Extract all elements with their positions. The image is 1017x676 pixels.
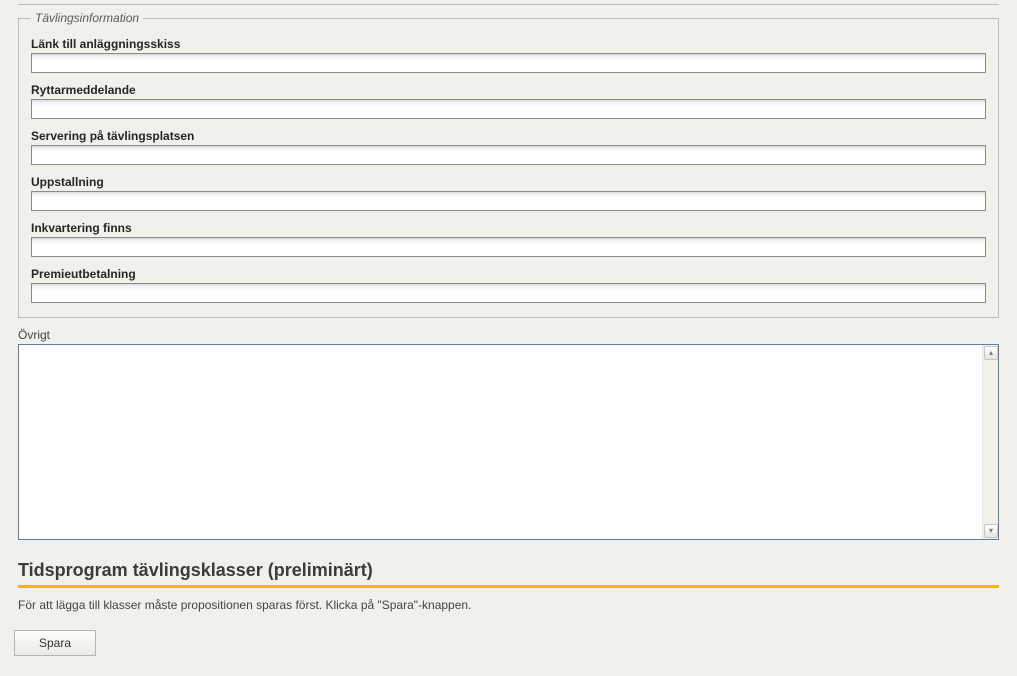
other-section: Övrigt ▴ ▾ bbox=[18, 328, 999, 540]
schedule-divider bbox=[18, 585, 999, 588]
scroll-down-button[interactable]: ▾ bbox=[984, 524, 998, 538]
input-rider-msg[interactable] bbox=[31, 99, 986, 119]
page: Tävlingsinformation Länk till anläggning… bbox=[10, 4, 1007, 676]
label-lodging: Inkvartering finns bbox=[31, 221, 986, 235]
input-link[interactable] bbox=[31, 53, 986, 73]
input-payout[interactable] bbox=[31, 283, 986, 303]
field-group-lodging: Inkvartering finns bbox=[31, 221, 986, 257]
schedule-note: För att lägga till klasser måste proposi… bbox=[18, 598, 999, 612]
chevron-up-icon: ▴ bbox=[989, 349, 993, 357]
input-other[interactable] bbox=[19, 345, 982, 539]
input-catering[interactable] bbox=[31, 145, 986, 165]
schedule-heading-wrap: Tidsprogram tävlingsklasser (preliminärt… bbox=[18, 560, 999, 581]
schedule-heading: Tidsprogram tävlingsklasser (preliminärt… bbox=[18, 560, 999, 581]
chevron-down-icon: ▾ bbox=[989, 527, 993, 535]
competition-info-fieldset: Tävlingsinformation Länk till anläggning… bbox=[18, 11, 999, 318]
other-box: ▴ ▾ bbox=[18, 344, 999, 540]
label-catering: Servering på tävlingsplatsen bbox=[31, 129, 986, 143]
field-group-link: Länk till anläggningsskiss bbox=[31, 37, 986, 73]
label-link: Länk till anläggningsskiss bbox=[31, 37, 986, 51]
label-rider-msg: Ryttarmeddelande bbox=[31, 83, 986, 97]
save-button[interactable]: Spara bbox=[14, 630, 96, 656]
label-stabling: Uppstallning bbox=[31, 175, 986, 189]
input-lodging[interactable] bbox=[31, 237, 986, 257]
field-group-payout: Premieutbetalning bbox=[31, 267, 986, 303]
input-stabling[interactable] bbox=[31, 191, 986, 211]
top-divider bbox=[18, 4, 999, 5]
scroll-up-button[interactable]: ▴ bbox=[984, 346, 998, 360]
scrollbar[interactable]: ▴ ▾ bbox=[982, 345, 998, 539]
field-group-rider-msg: Ryttarmeddelande bbox=[31, 83, 986, 119]
field-group-stabling: Uppstallning bbox=[31, 175, 986, 211]
button-row: Spara bbox=[14, 630, 1007, 656]
label-other: Övrigt bbox=[18, 328, 999, 342]
competition-info-legend: Tävlingsinformation bbox=[31, 11, 143, 25]
label-payout: Premieutbetalning bbox=[31, 267, 986, 281]
field-group-catering: Servering på tävlingsplatsen bbox=[31, 129, 986, 165]
